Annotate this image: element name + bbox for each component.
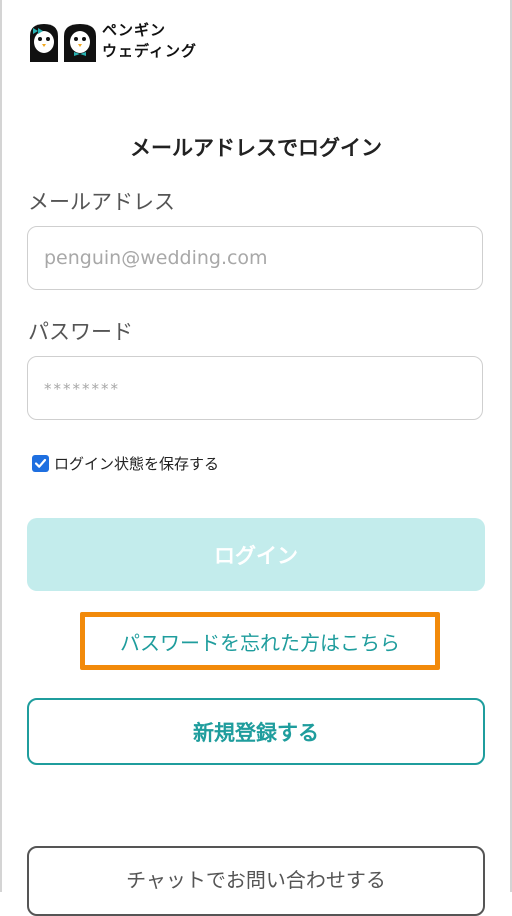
remember-label: ログイン状態を保存する — [54, 454, 220, 473]
chat-inquiry-button[interactable]: チャットでお問い合わせする — [27, 846, 485, 916]
remember-login-row[interactable]: ログイン状態を保存する — [32, 451, 219, 475]
password-label: パスワード — [28, 320, 133, 344]
login-button[interactable]: ログイン — [27, 518, 485, 591]
brand-logo[interactable]: ペンギン ウェディング — [28, 20, 208, 64]
password-input[interactable] — [27, 356, 483, 420]
penguin-couple-logo-icon — [30, 24, 96, 62]
remember-checkbox[interactable] — [32, 454, 49, 472]
brand-name-line2: ウェディング — [102, 42, 197, 60]
brand-name-line1: ペンギン — [102, 21, 167, 39]
page-title: メールアドレスでログイン — [130, 136, 382, 160]
email-label: メールアドレス — [28, 190, 175, 214]
forgot-password-link[interactable]: パスワードを忘れた方はこちら — [120, 627, 400, 656]
signup-button[interactable]: 新規登録する — [27, 698, 485, 765]
check-icon — [34, 458, 47, 468]
forgot-password-highlight: パスワードを忘れた方はこちら — [80, 612, 440, 670]
brand-name: ペンギン ウェディング — [102, 20, 197, 62]
chat-inquiry-label: チャットでお問い合わせする — [126, 868, 386, 892]
email-input[interactable] — [27, 226, 483, 290]
